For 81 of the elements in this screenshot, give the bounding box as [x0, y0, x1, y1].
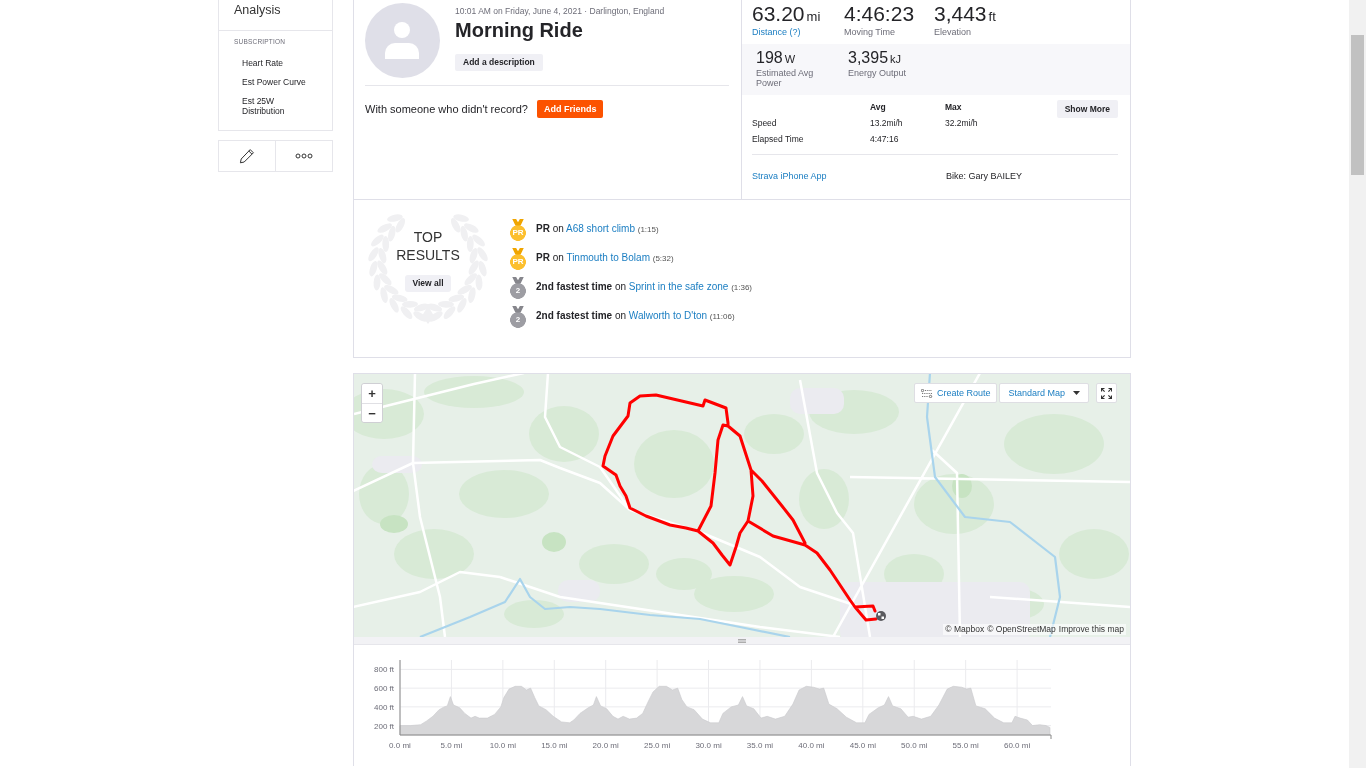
x-axis-label: 35.0 mi: [746, 741, 774, 750]
stat-value: 4:46:23: [844, 3, 915, 25]
row-label: Elapsed Time: [752, 133, 805, 146]
result-text: PR on A68 short climb (1:15): [536, 222, 659, 236]
table-header: Max: [945, 101, 963, 114]
activity-title: Morning Ride: [455, 18, 583, 42]
medal-icon: 2: [510, 276, 526, 299]
row-label: Speed: [752, 117, 778, 130]
stat-unit: kJ: [890, 53, 902, 65]
stat-label: Elevation: [934, 26, 973, 38]
result-text: PR on Tinmouth to Bolam (5:32): [536, 251, 674, 265]
stat-value: 3,395: [848, 49, 889, 67]
x-axis-label: 10.0 mi: [489, 741, 516, 750]
drag-handle-icon: [738, 638, 746, 643]
edit-button[interactable]: [218, 140, 276, 172]
attribution-link[interactable]: © Mapbox: [945, 624, 985, 635]
table-cell-text: 32.2mi/h: [945, 117, 979, 130]
x-axis-label: 15.0 mi: [541, 741, 568, 750]
bike-name: Bike: Gary BAILEY: [946, 170, 1024, 182]
y-axis-label: 600 ft: [374, 684, 394, 694]
result-text: 2nd fastest time on Sprint in the safe zone (1:36): [536, 280, 753, 294]
sidebar-item[interactable]: Heart Rate: [242, 58, 316, 68]
table-cell-text: 13.2mi/h: [870, 117, 904, 130]
attribution-link[interactable]: Improve this map: [1058, 624, 1124, 635]
stat-unit: ft: [988, 9, 996, 24]
scrollbar[interactable]: [1349, 0, 1366, 768]
stat-label: Estimated Avg Power: [756, 68, 815, 88]
segment-link[interactable]: Sprint in the safe zone: [628, 281, 729, 292]
x-axis-label: 5.0 mi: [440, 741, 463, 750]
medal-icon: PR: [510, 247, 526, 270]
medal-icon: PR: [510, 218, 526, 241]
table-cell-text: 4:47:16: [870, 133, 900, 146]
result-text: 2nd fastest time on Walworth to D'ton (11:06): [536, 309, 735, 323]
y-axis-label: 400 ft: [374, 702, 394, 712]
x-axis-label: 25.0 mi: [644, 741, 671, 750]
pencil-icon: [239, 148, 255, 164]
scrollbar-thumb[interactable]: [1351, 35, 1364, 175]
segment-link[interactable]: A68 short climb: [566, 223, 635, 234]
stat-value: 63.20: [752, 3, 805, 25]
zoom-out-button[interactable]: −: [362, 403, 382, 422]
activity-timestamp: 10:01 AM on Friday, June 4, 2021 · Darlington, England: [455, 5, 665, 17]
resize-bar[interactable]: [354, 637, 1130, 645]
view-all-button[interactable]: View all: [405, 274, 451, 292]
x-axis-label: 20.0 mi: [592, 741, 619, 750]
more-button[interactable]: [276, 140, 333, 172]
device-link[interactable]: Strava iPhone App: [752, 170, 946, 182]
x-axis-label: 45.0 mi: [849, 741, 876, 750]
x-axis-label: 60.0 mi: [1003, 741, 1031, 750]
top-results-heading: TOP RESULTS: [395, 228, 461, 264]
stat-value: 198: [756, 49, 783, 67]
fullscreen-icon: [1101, 387, 1112, 399]
y-axis-label: 200 ft: [374, 721, 394, 731]
attribution-link[interactable]: © OpenStreetMap: [987, 624, 1056, 635]
friends-prompt: With someone who didn't record?: [365, 102, 528, 116]
medal-icon: 2: [510, 305, 526, 328]
sidebar-item[interactable]: Est Power Curve: [242, 77, 316, 87]
route-icon: [920, 388, 933, 398]
add-description-button[interactable]: Add a description: [455, 53, 543, 71]
create-route-button[interactable]: Create Route: [913, 383, 998, 403]
more-icon: [295, 153, 313, 159]
sidebar-item[interactable]: Est 25W Distribution: [242, 96, 316, 116]
sidebar-item[interactable]: Analysis: [234, 2, 281, 18]
stat-label: Energy Output: [848, 68, 908, 78]
x-axis-label: 55.0 mi: [952, 741, 979, 750]
segment-link[interactable]: Walworth to D'ton: [628, 310, 708, 321]
stat-unit: W: [784, 53, 796, 65]
x-axis-label: 40.0 mi: [798, 741, 825, 750]
stat-link[interactable]: Distance (?): [752, 26, 844, 38]
x-axis-label: 50.0 mi: [901, 741, 928, 750]
segment-link[interactable]: Tinmouth to Bolam: [566, 252, 650, 263]
stat-label: Moving Time: [844, 26, 897, 38]
stat-value: 3,443: [934, 3, 987, 25]
y-axis-label: 800 ft: [374, 665, 394, 675]
fullscreen-button[interactable]: [1096, 383, 1117, 403]
show-more-button[interactable]: Show More: [1056, 100, 1118, 118]
x-axis-label: 30.0 mi: [695, 741, 722, 750]
map-style-dropdown[interactable]: Standard Map: [999, 383, 1089, 403]
x-axis-label: 0.0 mi: [389, 741, 411, 750]
stat-unit: mi: [806, 9, 821, 24]
table-header: Avg: [870, 101, 887, 114]
caret-icon: [1073, 391, 1080, 395]
